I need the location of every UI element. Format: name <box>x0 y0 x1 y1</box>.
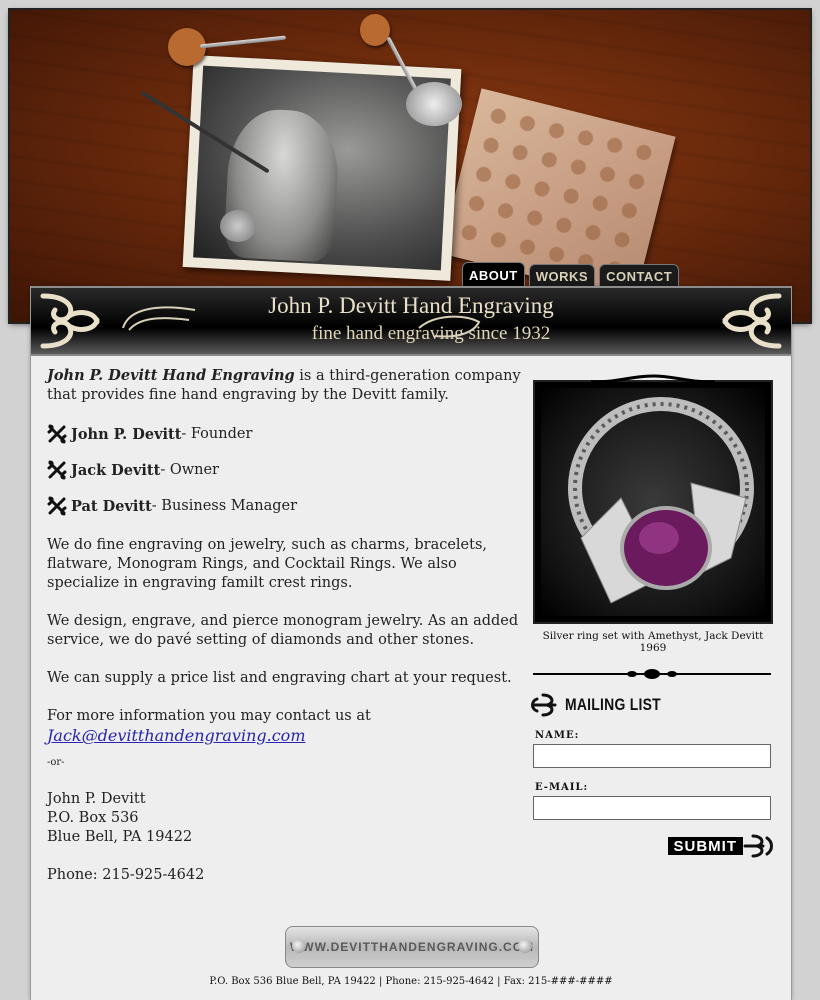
email-link[interactable]: Jack@devitthandengraving.com <box>47 726 305 745</box>
contact-intro: For more information you may contact us … <box>47 708 371 724</box>
flourish-bullet-icon <box>47 424 67 444</box>
mailing-address: John P. Devitt P.O. Box 536 Blue Bell, P… <box>47 790 527 847</box>
tab-about[interactable]: ABOUT <box>462 262 525 287</box>
or-separator: -or- <box>47 757 65 768</box>
screw-icon <box>518 939 532 953</box>
services-paragraph: We do fine engraving on jewelry, such as… <box>47 537 488 591</box>
person-founder: John P. Devitt - Founder <box>47 424 527 444</box>
main-nav: ABOUT WORKS CONTACT <box>462 262 680 287</box>
mailing-list-title: MAILING LIST <box>565 695 661 714</box>
name-input[interactable] <box>533 744 771 768</box>
address-line: Blue Bell, PA 19422 <box>47 829 193 845</box>
flourish-right-icon <box>722 293 782 349</box>
website-badge: WWW.DEVITTHANDENGRAVING.COM <box>285 926 539 968</box>
email-input[interactable] <box>533 796 771 820</box>
ornamental-divider-icon <box>533 669 771 679</box>
website-badge-text: WWW.DEVITTHANDENGRAVING.COM <box>289 940 535 954</box>
hero-photo <box>10 10 810 322</box>
design-paragraph: We design, engrave, and pierce monogram … <box>47 613 519 648</box>
amethyst-ring-icon <box>568 397 754 604</box>
silver-ring-small <box>220 210 256 242</box>
person-owner: Jack Devitt - Owner <box>47 460 527 480</box>
submit-row: SUBMIT <box>533 832 773 860</box>
content-panel: John P. Devitt Hand Engraving fine hand … <box>30 286 792 1000</box>
footer-contact-line: P.O. Box 536 Blue Bell, PA 19422 | Phone… <box>209 976 613 987</box>
submit-button[interactable]: SUBMIT <box>667 837 743 855</box>
person-name: Pat Devitt <box>71 497 152 515</box>
flourish-bullet-icon <box>47 460 67 480</box>
ring-photo-frame <box>533 374 773 624</box>
price-list-paragraph: We can supply a price list and engraving… <box>47 670 512 686</box>
screw-icon <box>292 939 306 953</box>
banner-subtitle: fine hand engraving since 1932 <box>311 323 551 344</box>
intro-paragraph: John P. Devitt Hand Engraving is a third… <box>47 366 527 405</box>
frame-ornament-icon <box>591 374 715 384</box>
person-name: Jack Devitt <box>71 461 161 479</box>
banner-title: John P. Devitt Hand Engraving <box>268 293 554 318</box>
email-label: E-MAIL: <box>535 782 589 793</box>
name-label: NAME: <box>535 730 580 741</box>
site-banner: John P. Devitt Hand Engraving fine hand … <box>31 286 791 356</box>
silver-medallion <box>406 82 462 126</box>
person-role: - Founder <box>181 425 253 442</box>
person-name: John P. Devitt <box>71 425 182 443</box>
address-line: P.O. Box 536 <box>47 810 139 826</box>
address-line: John P. Devitt <box>47 791 146 807</box>
sidebar: Silver ring set with Amethyst, Jack Devi… <box>531 374 773 860</box>
flourish-bullet-icon <box>47 496 67 516</box>
swirl-right-icon <box>418 315 481 338</box>
tab-works[interactable]: WORKS <box>528 264 596 287</box>
tab-contact[interactable]: CONTACT <box>599 264 680 287</box>
person-role: - Owner <box>160 461 219 478</box>
company-name: John P. Devitt Hand Engraving <box>47 367 295 384</box>
person-role: - Business Manager <box>151 497 298 514</box>
mailing-list-flourish-icon <box>531 693 557 717</box>
person-manager: Pat Devitt - Business Manager <box>47 496 527 516</box>
phone-number: Phone: 215-925-4642 <box>47 867 205 883</box>
ring-photo <box>541 388 765 616</box>
graver-handle-2 <box>360 14 390 46</box>
ring-caption: Silver ring set with Amethyst, Jack Devi… <box>542 630 764 654</box>
submit-flourish-icon <box>743 834 773 858</box>
mailing-list-header: MAILING LIST <box>529 690 773 720</box>
main-content: John P. Devitt Hand Engraving is a third… <box>47 366 527 885</box>
